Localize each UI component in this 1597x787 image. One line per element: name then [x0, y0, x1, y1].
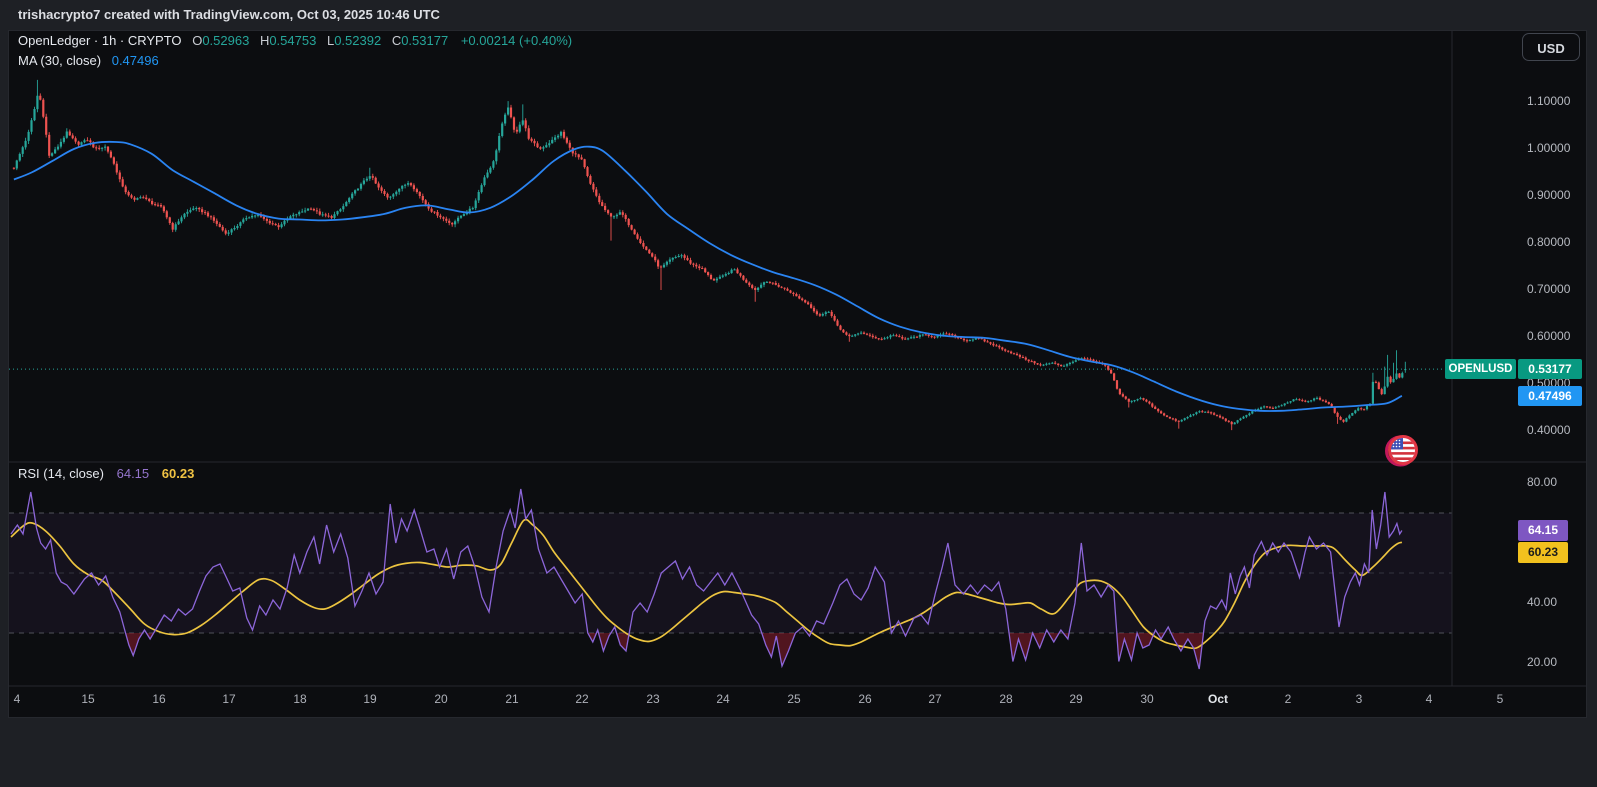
time-label: 29: [1069, 692, 1082, 706]
rsi-ma-value-badge: 60.23: [1518, 542, 1568, 563]
open-label: O: [192, 33, 202, 48]
high-label: H: [260, 33, 269, 48]
price-tick-label: 1.10000: [1527, 94, 1570, 108]
ma-value: 0.47496: [112, 53, 159, 68]
currency-toggle-button[interactable]: USD: [1522, 33, 1580, 61]
time-label: 22: [575, 692, 588, 706]
time-label: 15: [81, 692, 94, 706]
time-label: 24: [716, 692, 729, 706]
price-tick-label: 1.00000: [1527, 141, 1570, 155]
last-price-badge: 0.53177: [1518, 359, 1582, 379]
tradingview-snapshot: trishacrypto7 created with TradingView.c…: [0, 0, 1597, 787]
time-label: 18: [293, 692, 306, 706]
ma-label: MA (30, close): [18, 53, 101, 68]
time-label: 28: [999, 692, 1012, 706]
symbol-title: OpenLedger · 1h · CRYPTO: [18, 33, 182, 48]
time-label: 25: [787, 692, 800, 706]
candlestick-series: [13, 80, 1407, 430]
time-label: 20: [434, 692, 447, 706]
ma-value-badge: 0.47496: [1518, 386, 1582, 406]
time-label: 5: [1497, 692, 1504, 706]
price-tick-label: 0.90000: [1527, 188, 1570, 202]
time-label: Oct: [1208, 692, 1228, 706]
time-label: 23: [646, 692, 659, 706]
price-tick-label: 0.70000: [1527, 282, 1570, 296]
rsi-label: RSI (14, close): [18, 466, 104, 481]
brand-bar: TradingView: [0, 718, 1597, 787]
time-label: 16: [152, 692, 165, 706]
time-label: 27: [928, 692, 941, 706]
openledger-flag-logo-icon: [1372, 419, 1434, 481]
change-value: +0.00214 (+0.40%): [461, 33, 572, 48]
rsi-value: 64.15: [117, 466, 150, 481]
rsi-tick-label: 80.00: [1527, 475, 1557, 489]
rsi-tick-label: 40.00: [1527, 595, 1557, 609]
close-label: C: [392, 33, 401, 48]
symbol-price-label-badge: OPENLUSD: [1445, 359, 1516, 379]
time-label: 4: [14, 692, 21, 706]
time-label: 2: [1285, 692, 1292, 706]
time-label: 21: [505, 692, 518, 706]
high-value: 0.54753: [269, 33, 316, 48]
price-tick-label: 0.60000: [1527, 329, 1570, 343]
ma-legend: MA (30, close) 0.47496: [18, 53, 159, 68]
rsi-ma-value: 60.23: [162, 466, 195, 481]
low-value: 0.52392: [334, 33, 381, 48]
chart-canvas[interactable]: [0, 0, 1597, 787]
close-value: 0.53177: [401, 33, 448, 48]
rsi-value-badge: 64.15: [1518, 520, 1568, 541]
rsi-tick-label: 20.00: [1527, 655, 1557, 669]
symbol-legend: OpenLedger · 1h · CRYPTO O0.52963 H0.547…: [18, 33, 572, 48]
time-label: 26: [858, 692, 871, 706]
time-label: 4: [1426, 692, 1433, 706]
time-label: 30: [1140, 692, 1153, 706]
price-tick-label: 0.40000: [1527, 423, 1570, 437]
time-label: 3: [1356, 692, 1363, 706]
low-label: L: [327, 33, 334, 48]
rsi-legend: RSI (14, close) 64.15 60.23: [18, 466, 194, 481]
open-value: 0.52963: [202, 33, 249, 48]
price-tick-label: 0.80000: [1527, 235, 1570, 249]
time-label: 17: [222, 692, 235, 706]
time-label: 19: [363, 692, 376, 706]
